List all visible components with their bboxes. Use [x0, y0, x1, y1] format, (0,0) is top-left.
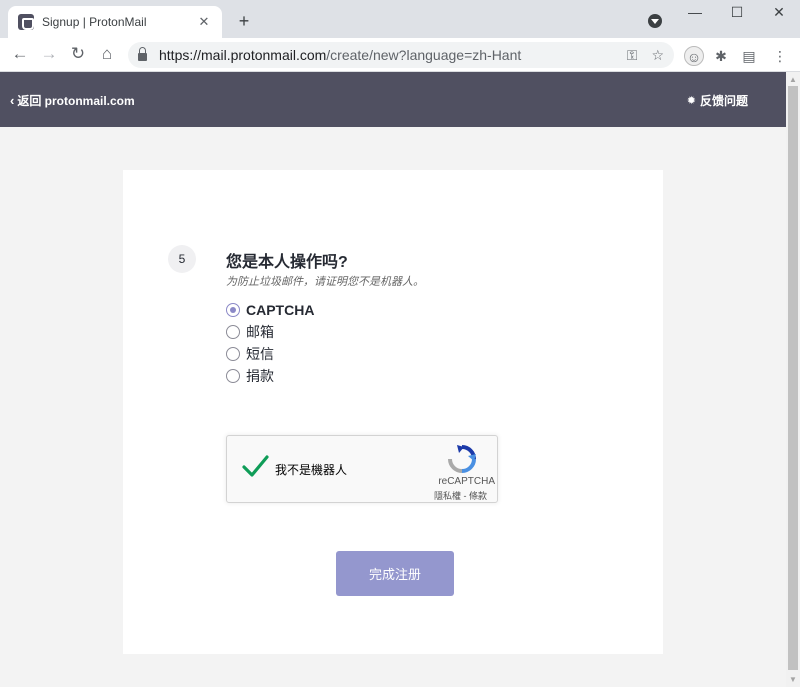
lock-icon[interactable]	[138, 47, 147, 61]
option-label: 捐款	[246, 368, 274, 384]
recaptcha-links-separator: -	[460, 491, 469, 501]
tab-search-icon[interactable]	[648, 14, 662, 28]
option-label: 短信	[246, 346, 274, 362]
recaptcha-terms-link[interactable]: 條款	[469, 491, 487, 501]
option-donation[interactable]: 捐款	[226, 365, 314, 387]
radio-sms[interactable]	[226, 347, 240, 361]
complete-signup-button[interactable]: 完成注册	[336, 551, 454, 596]
extension-icon[interactable]: ▤	[739, 46, 759, 66]
back-link-label: 返回 protonmail.com	[17, 94, 135, 108]
browser-tab-strip: Signup | ProtonMail ✕ + — ☐ ✕	[0, 0, 800, 38]
radio-email[interactable]	[226, 325, 240, 339]
reload-button[interactable]: ↻	[67, 44, 89, 64]
option-label: 邮箱	[246, 324, 274, 340]
page-title: 您是本人操作吗?	[226, 254, 348, 271]
recaptcha-privacy-link[interactable]: 隱私權	[434, 491, 461, 501]
recaptcha-logo-icon	[448, 445, 476, 473]
option-sms[interactable]: 短信	[226, 343, 314, 365]
checkmark-icon[interactable]	[241, 452, 269, 480]
step-number-badge: 5	[168, 245, 196, 273]
verification-hint: 为防止垃圾邮件，请证明您不是机器人。	[226, 276, 424, 288]
minimize-button[interactable]: —	[680, 4, 710, 20]
radio-captcha[interactable]	[226, 303, 240, 317]
browser-tab[interactable]: Signup | ProtonMail ✕	[8, 6, 222, 38]
recaptcha-label: 我不是機器人	[275, 463, 348, 477]
app-header: ‹ 返回 protonmail.com ✹ 反馈问题	[0, 72, 786, 127]
close-window-button[interactable]: ✕	[764, 4, 794, 21]
scroll-down-icon[interactable]: ▼	[789, 675, 797, 684]
home-button[interactable]: ⌂	[96, 44, 118, 64]
recaptcha-widget: 我不是機器人 reCAPTCHA 隱私權 - 條款	[226, 435, 498, 503]
recaptcha-links: 隱私權 - 條款	[417, 489, 487, 502]
maximize-button[interactable]: ☐	[722, 4, 752, 21]
scroll-up-icon[interactable]: ▲	[789, 75, 797, 84]
option-email[interactable]: 邮箱	[226, 321, 314, 343]
report-bug-label: 反馈问题	[699, 94, 748, 108]
option-captcha[interactable]: CAPTCHA	[226, 299, 314, 321]
report-bug-link[interactable]: ✹ 反馈问题	[687, 92, 748, 109]
star-icon[interactable]: ☆	[651, 47, 664, 64]
forward-button[interactable]: →	[38, 44, 60, 64]
verification-method-group: CAPTCHA 邮箱 短信 捐款	[226, 299, 314, 387]
page-scrollbar[interactable]: ▲ ▼	[786, 72, 800, 687]
back-button[interactable]: ←	[9, 44, 31, 64]
address-bar[interactable]: https://mail.protonmail.com/create/new?l…	[128, 42, 674, 68]
new-tab-button[interactable]: +	[234, 11, 254, 32]
protonmail-favicon-icon	[18, 14, 34, 30]
back-to-protonmail-link[interactable]: ‹ 返回 protonmail.com	[10, 92, 135, 109]
radio-donation[interactable]	[226, 369, 240, 383]
puzzle-icon[interactable]: ✱	[711, 46, 731, 66]
scroll-thumb[interactable]	[788, 86, 798, 670]
bug-icon: ✹	[686, 95, 696, 107]
chevron-left-icon: ‹	[10, 93, 15, 108]
key-icon[interactable]: ⚿	[627, 47, 638, 64]
browser-toolbar: ← → ↻ ⌂ https://mail.protonmail.com/crea…	[0, 38, 800, 72]
tab-title: Signup | ProtonMail	[42, 15, 147, 29]
close-tab-icon[interactable]: ✕	[196, 14, 212, 30]
option-label: CAPTCHA	[246, 302, 315, 318]
recaptcha-brand: reCAPTCHA	[438, 476, 495, 487]
url-text[interactable]: https://mail.protonmail.com/create/new?l…	[159, 47, 613, 63]
menu-icon[interactable]: ⋮	[770, 46, 790, 66]
extension-avatar-icon[interactable]: ☺	[684, 46, 704, 66]
